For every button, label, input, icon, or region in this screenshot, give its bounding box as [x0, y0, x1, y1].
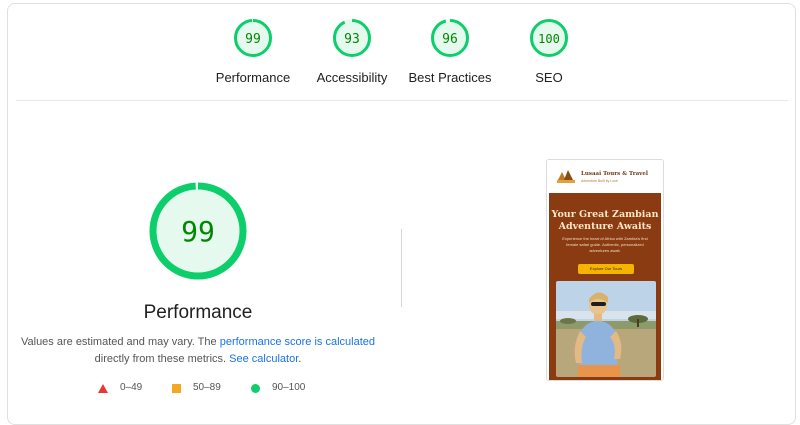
- calculator-link[interactable]: See calculator: [229, 353, 298, 365]
- company-logo-icon: [555, 168, 577, 186]
- gauge-value: 93: [344, 32, 360, 47]
- pass-circle-icon: [251, 384, 260, 393]
- performance-gauge-large: 99: [148, 181, 248, 281]
- gauge-ring: 100: [530, 19, 568, 57]
- performance-description: Values are estimated and may vary. The p…: [0, 334, 396, 368]
- preview-hero: Your Great Zambian Adventure Awaits Expe…: [549, 193, 661, 380]
- gauge-ring: 99: [234, 19, 272, 57]
- gauge-label: SEO: [535, 70, 563, 85]
- gauge-ring: 99: [149, 182, 247, 280]
- description-period: .: [298, 353, 302, 365]
- preview-cta-button[interactable]: Explore Our Tours: [578, 264, 634, 274]
- page-screenshot-preview[interactable]: Lusaai Tours & Travel Adventure Built by…: [546, 159, 664, 381]
- fail-triangle-icon: [98, 384, 108, 393]
- preview-hero-subtitle: Experience the heart of Africa with Zamb…: [562, 236, 648, 253]
- score-calculation-link[interactable]: performance score is calculated: [220, 336, 375, 348]
- legend-label: 90–100: [272, 382, 306, 393]
- average-square-icon: [172, 384, 181, 393]
- performance-score-value: 99: [181, 215, 215, 248]
- safari-guide-photo-icon: [556, 281, 656, 377]
- legend-label: 50–89: [193, 382, 221, 393]
- vertical-divider: [401, 229, 402, 307]
- score-summary: 99 Performance 93 Accessibility 96 Best …: [0, 18, 800, 98]
- section-divider: [16, 100, 788, 101]
- preview-hero-photo: [556, 281, 656, 377]
- gauge-value: 99: [245, 32, 261, 47]
- preview-hero-title: Your Great Zambian Adventure Awaits: [551, 209, 659, 232]
- gauge-ring: 93: [333, 19, 371, 57]
- preview-brand-name: Lusaai Tours & Travel: [581, 171, 648, 177]
- description-text: directly from these metrics.: [94, 353, 230, 365]
- preview-header: Lusaai Tours & Travel Adventure Built by…: [547, 160, 663, 193]
- gauge-value: 96: [442, 32, 458, 47]
- preview-brand-tagline: Adventure Built by Love: [581, 179, 618, 183]
- gauge-ring: 96: [431, 19, 469, 57]
- performance-title: Performance: [143, 302, 253, 323]
- description-text: Values are estimated and may vary. The: [20, 336, 220, 348]
- gauge-seo[interactable]: 100 SEO: [489, 18, 609, 85]
- legend-label: 0–49: [120, 382, 143, 393]
- gauge-value: 100: [538, 32, 560, 46]
